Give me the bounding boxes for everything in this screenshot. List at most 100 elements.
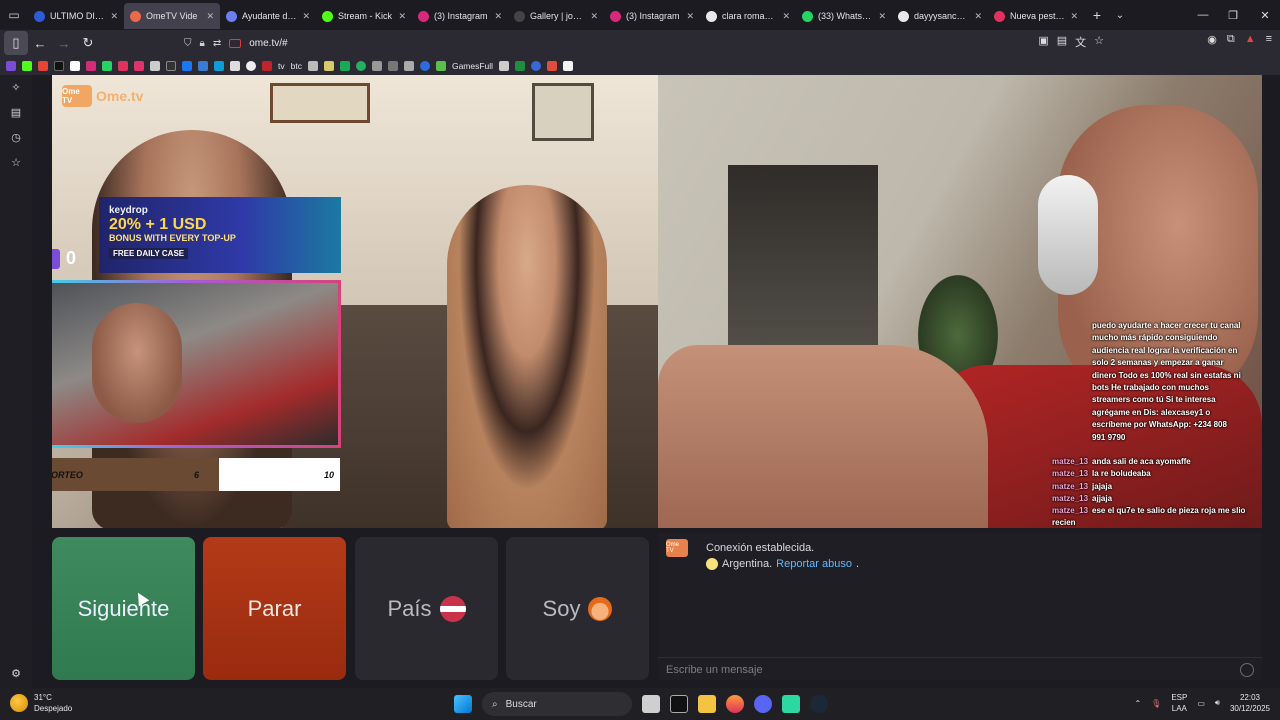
back-icon[interactable]: ← [28, 31, 52, 55]
facebook-bookmark-icon[interactable] [182, 60, 192, 71]
clock[interactable]: 22:03 30/12/2025 [1230, 692, 1270, 714]
minimize-icon[interactable]: — [1188, 0, 1218, 30]
tab-1[interactable]: OmeTV Vide ✕ [124, 3, 220, 29]
file-explorer-icon[interactable] [698, 695, 716, 713]
tab-10[interactable]: Nueva pestaña ✕ [988, 3, 1084, 29]
bookmark-icon[interactable] [150, 60, 160, 71]
windows-start-icon[interactable] [454, 695, 472, 713]
screenshot-icon[interactable]: ▣ [1038, 34, 1048, 50]
tab-8[interactable]: (33) WhatsApp ✕ [796, 3, 892, 29]
url-text[interactable]: ome.tv/# [249, 38, 287, 49]
bookmark-icon[interactable] [214, 60, 224, 71]
tab-4[interactable]: (3) Instagram ✕ [412, 3, 508, 29]
chevron-down-icon[interactable]: ⌄ [1110, 10, 1130, 21]
bookmark-icon[interactable] [531, 60, 542, 71]
x-bookmark-icon[interactable] [166, 60, 176, 71]
reddit-bookmark-icon[interactable] [547, 60, 558, 71]
close-tab-icon[interactable]: ✕ [878, 11, 886, 22]
account-icon[interactable]: ◉ [1207, 33, 1217, 46]
bookmark-icon[interactable] [70, 60, 80, 71]
bookmark-gamesfull[interactable]: GamesFull [452, 61, 493, 71]
synced-tabs-icon[interactable]: ▤ [11, 106, 21, 119]
firefox-icon[interactable] [726, 695, 744, 713]
ai-chat-icon[interactable]: ✧ [11, 81, 20, 94]
bookmark-icon[interactable] [419, 60, 430, 71]
close-tab-icon[interactable]: ✕ [398, 11, 406, 22]
emoji-icon[interactable] [1240, 662, 1254, 677]
reload-icon[interactable]: ↻ [76, 31, 100, 55]
bookmarks-icon[interactable]: ☆ [11, 156, 21, 169]
tab-0[interactable]: ULTIMO DIA LAB ✕ [28, 3, 124, 29]
message-input[interactable]: Escribe un mensaje [658, 657, 1262, 681]
close-tab-icon[interactable]: ✕ [206, 11, 214, 22]
report-abuse-link[interactable]: Reportar abuso [776, 558, 852, 570]
country-button[interactable]: País [355, 537, 498, 680]
close-tab-icon[interactable]: ✕ [590, 11, 598, 22]
globe-bookmark-icon[interactable] [246, 60, 256, 71]
bookmark-icon[interactable] [339, 60, 350, 71]
bookmark-icon[interactable] [499, 60, 510, 71]
youtube-bookmark-icon[interactable] [118, 60, 128, 71]
bookmark-star-icon[interactable]: ☆ [1094, 34, 1104, 50]
permissions-icon[interactable]: ⇄ [213, 38, 221, 49]
twitch-bookmark-icon[interactable] [6, 60, 16, 71]
taskbar-search[interactable]: ⌕ Buscar [482, 692, 632, 716]
bookmark-icon[interactable] [134, 60, 144, 71]
weather-widget[interactable]: 31°C Despejado [10, 692, 72, 714]
gamesfull-icon[interactable] [435, 60, 446, 71]
gear-icon[interactable]: ⚙ [11, 667, 21, 680]
url-bar[interactable]: ⛉ 🔒︎ ⇄ ome.tv/# [176, 33, 1102, 53]
bookmark-icon[interactable] [515, 60, 526, 71]
forward-icon[interactable]: → [52, 31, 76, 55]
discord-icon[interactable] [754, 695, 772, 713]
bookmark-icon[interactable] [307, 60, 318, 71]
gender-button[interactable]: Soy [506, 537, 649, 680]
gmail-bookmark-icon[interactable] [38, 60, 48, 71]
translate-icon[interactable]: 文 [1075, 34, 1086, 50]
language-indicator[interactable]: ESP LAA [1171, 692, 1187, 714]
bookmark-icon[interactable] [323, 60, 334, 71]
monitor-icon[interactable]: ▭ [1197, 699, 1205, 708]
bookmark-icon[interactable] [355, 60, 366, 71]
kick-bookmark-icon[interactable] [22, 60, 32, 71]
bookmark-icon[interactable] [387, 60, 398, 71]
tab-list-icon[interactable]: ▭ [0, 0, 28, 30]
close-tab-icon[interactable]: ✕ [782, 11, 790, 22]
app-icon[interactable] [782, 695, 800, 713]
close-tab-icon[interactable]: ✕ [974, 11, 982, 22]
steam-icon[interactable] [810, 695, 828, 713]
extension-badge-icon[interactable]: ▲ [1245, 33, 1256, 46]
close-tab-icon[interactable]: ✕ [494, 11, 502, 22]
tab-2[interactable]: Ayudante del sis ✕ [220, 3, 316, 29]
menu-icon[interactable]: ≡ [1266, 33, 1272, 46]
bookmark-btc[interactable]: btc [291, 61, 302, 71]
close-tab-icon[interactable]: ✕ [1070, 11, 1078, 22]
camera-sharing-icon[interactable] [229, 38, 242, 48]
steam-bookmark-icon[interactable] [230, 60, 240, 71]
extensions-icon[interactable]: ⧉ [1227, 33, 1235, 46]
tab-6[interactable]: (3) Instagram ✕ [604, 3, 700, 29]
close-tab-icon[interactable]: ✕ [686, 11, 694, 22]
next-button[interactable]: Siguiente [52, 537, 195, 680]
bookmark-tv[interactable]: tv [278, 61, 285, 71]
bookmark-icon[interactable] [371, 60, 382, 71]
bookmark-icon[interactable] [262, 60, 272, 71]
task-view-icon[interactable] [642, 695, 660, 713]
shield-icon[interactable]: ⛉ [184, 38, 192, 49]
close-tab-icon[interactable]: ✕ [110, 11, 118, 22]
bookmark-icon[interactable] [403, 60, 414, 71]
sidebar-toggle-icon[interactable]: ▯ [4, 31, 28, 55]
stop-button[interactable]: Parar [203, 537, 346, 680]
bookmark-icon[interactable] [563, 60, 574, 71]
reader-icon[interactable]: ▤ [1057, 34, 1067, 50]
lock-icon[interactable]: 🔒︎ [200, 38, 205, 49]
chevron-up-icon[interactable]: ⌃ [1134, 699, 1141, 708]
bookmark-icon[interactable] [198, 60, 208, 71]
new-tab-icon[interactable]: + [1084, 7, 1110, 23]
tab-5[interactable]: Gallery | joperee ✕ [508, 3, 604, 29]
tiktok-bookmark-icon[interactable] [54, 60, 64, 71]
instagram-bookmark-icon[interactable] [86, 60, 96, 71]
tab-9[interactable]: dayyysanchez - I ✕ [892, 3, 988, 29]
restore-icon[interactable]: ❐ [1218, 0, 1248, 30]
close-window-icon[interactable]: ✕ [1250, 0, 1280, 30]
